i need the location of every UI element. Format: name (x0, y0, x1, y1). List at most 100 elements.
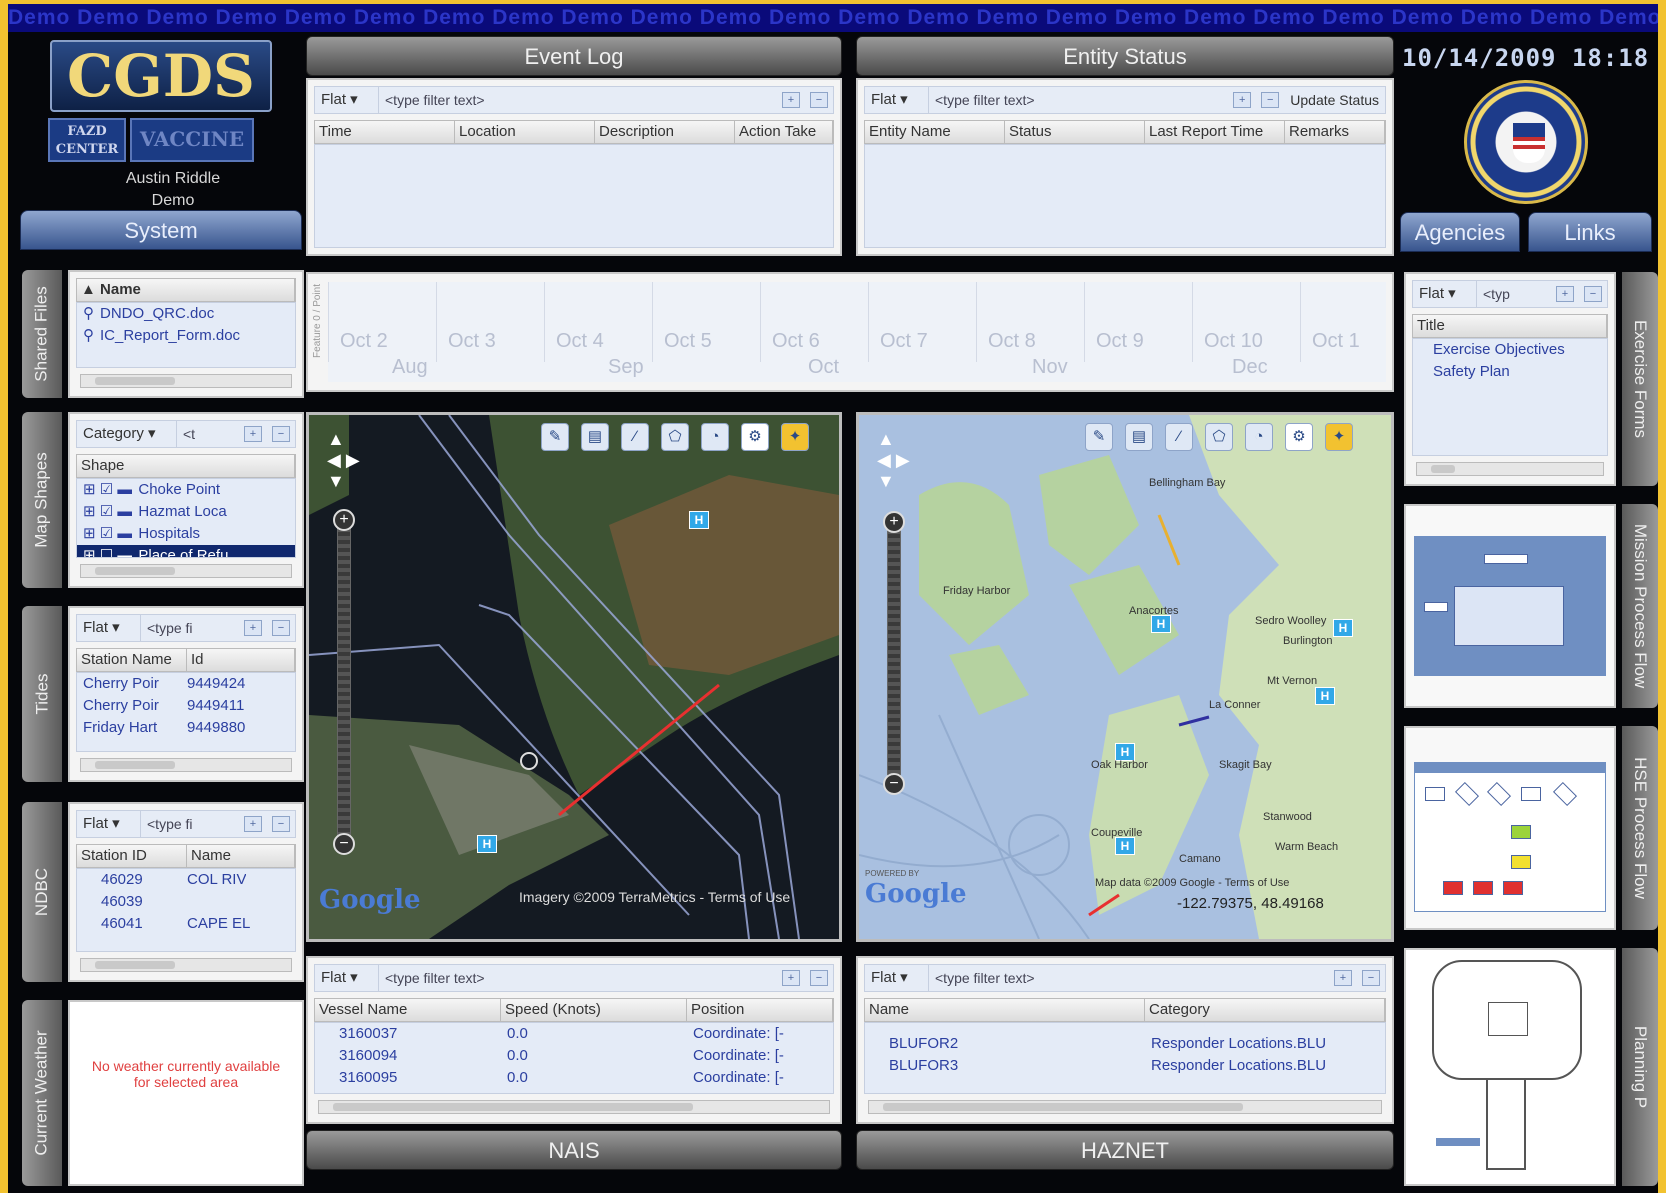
table-row[interactable]: Friday Hart 9449880 (77, 717, 295, 739)
pan-control[interactable]: ▲ ◀ ▶ ▼ (877, 429, 921, 491)
column-header[interactable]: Time (315, 121, 455, 143)
table-row[interactable]: Cherry Poir 9449411 (77, 695, 295, 717)
scrollbar[interactable] (80, 958, 292, 972)
list-item[interactable]: ⚲ IC_Report_Form.doc (77, 325, 295, 347)
list-item[interactable]: Safety Plan (1413, 361, 1607, 383)
scrollbar[interactable] (1416, 462, 1604, 476)
flat-dropdown[interactable]: Flat ▾ (315, 965, 379, 991)
measure-icon[interactable]: ◔ (1245, 423, 1273, 451)
scrollbar[interactable] (318, 1100, 830, 1114)
map-attribution[interactable]: Imagery ©2009 TerraMetrics - Terms of Us… (519, 889, 790, 905)
expand-all-icon[interactable]: + (1556, 286, 1574, 302)
draw-line-icon[interactable]: ∕ (621, 423, 649, 451)
tree-item[interactable]: ⊞ ☑ ▬ Hazmat Loca (77, 501, 295, 523)
update-status-button[interactable]: Update Status (1284, 92, 1385, 108)
column-header[interactable]: Last Report Time (1145, 121, 1285, 143)
haznet-header[interactable]: HAZNET (856, 1130, 1394, 1170)
table-row[interactable]: 46039 (77, 891, 295, 913)
tab-current-weather[interactable]: Current Weather (22, 1000, 62, 1186)
tab-mission-process-flow[interactable]: Mission Process Flow (1622, 504, 1658, 708)
column-header[interactable]: Name (187, 845, 295, 867)
table-row[interactable]: 3160094 0.0 Coordinate: [- (315, 1045, 833, 1067)
measure-icon[interactable]: ◔ (701, 423, 729, 451)
filter-input[interactable]: <type filter text> (929, 92, 1228, 108)
tab-tides[interactable]: Tides (22, 606, 62, 782)
map-attribution[interactable]: Map data ©2009 Google - Terms of Use (1095, 877, 1289, 889)
expand-all-icon[interactable]: + (782, 92, 800, 108)
flat-dropdown[interactable]: Flat ▾ (315, 87, 379, 113)
zoom-slider[interactable] (887, 525, 901, 785)
collapse-all-icon[interactable]: − (810, 92, 828, 108)
lightbulb-icon[interactable]: ✦ (1325, 423, 1353, 451)
links-button[interactable]: Links (1528, 212, 1652, 252)
draw-point-icon[interactable]: ✎ (1085, 423, 1113, 451)
hospital-marker-icon[interactable]: H (477, 835, 497, 853)
zoom-in-icon[interactable]: + (333, 509, 355, 531)
column-header[interactable]: Status (1005, 121, 1145, 143)
nais-header[interactable]: NAIS (306, 1130, 842, 1170)
table-row[interactable]: BLUFOR3 Responder Locations.BLU (865, 1055, 1385, 1077)
draw-polygon-icon[interactable]: ⬠ (1205, 423, 1233, 451)
planning-p-image[interactable] (1432, 960, 1582, 1080)
table-row[interactable]: 46041 CAPE EL (77, 913, 295, 935)
zoom-out-icon[interactable]: − (883, 773, 905, 795)
filter-input[interactable]: <type filter text> (379, 970, 777, 986)
filter-input[interactable]: <typ (1477, 286, 1551, 302)
expand-all-icon[interactable]: + (244, 426, 262, 442)
filter-input[interactable]: <type filter text> (929, 970, 1329, 986)
column-header[interactable]: Station Name (77, 649, 187, 671)
terrain-map[interactable]: ▲ ◀ ▶ ▼ + − ✎ ▤ ∕ ⬠ ◔ ⚙ ✦ H H H H H Bellin… (856, 412, 1394, 942)
collapse-all-icon[interactable]: − (810, 970, 828, 986)
tab-hse-process-flow[interactable]: HSE Process Flow (1622, 726, 1658, 930)
column-header[interactable]: Name (865, 999, 1145, 1021)
zoom-slider[interactable] (337, 515, 351, 845)
expand-all-icon[interactable]: + (1334, 970, 1352, 986)
tree-item[interactable]: ⊞ ☑ ▬ Choke Point (77, 479, 295, 501)
tab-shared-files[interactable]: Shared Files (22, 270, 62, 398)
scrollbar[interactable] (868, 1100, 1382, 1114)
column-header[interactable]: ▲ Name (77, 279, 295, 301)
hospital-marker-icon[interactable]: H (689, 511, 709, 529)
layers-icon[interactable]: ▤ (581, 423, 609, 451)
filter-input[interactable]: <t (177, 426, 239, 442)
collapse-all-icon[interactable]: − (1362, 970, 1380, 986)
system-button[interactable]: System (20, 210, 302, 250)
tab-exercise-forms[interactable]: Exercise Forms (1622, 272, 1658, 486)
hospital-marker-icon[interactable]: H (1315, 687, 1335, 705)
tab-planning-p[interactable]: Planning P (1622, 948, 1658, 1186)
flat-dropdown[interactable]: Flat ▾ (865, 965, 929, 991)
hospital-marker-icon[interactable]: H (1333, 619, 1353, 637)
table-row[interactable]: 3160095 0.0 Coordinate: [- (315, 1067, 833, 1089)
planning-p-panel[interactable] (1404, 948, 1616, 1186)
column-header[interactable]: Location (455, 121, 595, 143)
column-header[interactable]: Station ID (77, 845, 187, 867)
tab-ndbc[interactable]: NDBC (22, 802, 62, 982)
layers-icon[interactable]: ▤ (1125, 423, 1153, 451)
hospital-marker-icon[interactable]: H (1115, 837, 1135, 855)
column-header[interactable]: Vessel Name (315, 999, 501, 1021)
collapse-all-icon[interactable]: − (272, 620, 290, 636)
hse-process-flow-panel[interactable] (1404, 726, 1616, 930)
filter-input[interactable]: <type fi (141, 816, 239, 832)
expand-all-icon[interactable]: + (782, 970, 800, 986)
draw-polygon-icon[interactable]: ⬠ (661, 423, 689, 451)
table-row[interactable]: 3160037 0.0 Coordinate: [- (315, 1023, 833, 1045)
flat-dropdown[interactable]: Flat ▾ (77, 615, 141, 641)
draw-point-icon[interactable]: ✎ (541, 423, 569, 451)
settings-gear-icon[interactable]: ⚙ (741, 423, 769, 451)
collapse-all-icon[interactable]: − (272, 426, 290, 442)
column-header[interactable]: Id (187, 649, 295, 671)
satellite-map[interactable]: ▲ ◀ ▶ ▼ + − ✎ ▤ ∕ ⬠ ◔ ⚙ ✦ H H Google Image… (306, 412, 842, 942)
lightbulb-icon[interactable]: ✦ (781, 423, 809, 451)
collapse-all-icon[interactable]: − (272, 816, 290, 832)
scrollbar[interactable] (80, 758, 292, 772)
list-item[interactable]: ⚲ DNDO_QRC.doc (77, 303, 295, 325)
draw-line-icon[interactable]: ∕ (1165, 423, 1193, 451)
column-header[interactable]: Category (1145, 999, 1385, 1021)
settings-gear-icon[interactable]: ⚙ (1285, 423, 1313, 451)
scrollbar[interactable] (80, 564, 292, 578)
flat-dropdown[interactable]: Flat ▾ (865, 87, 929, 113)
column-header[interactable]: Position (687, 999, 833, 1021)
tab-map-shapes[interactable]: Map Shapes (22, 412, 62, 588)
flat-dropdown[interactable]: Flat ▾ (77, 811, 141, 837)
